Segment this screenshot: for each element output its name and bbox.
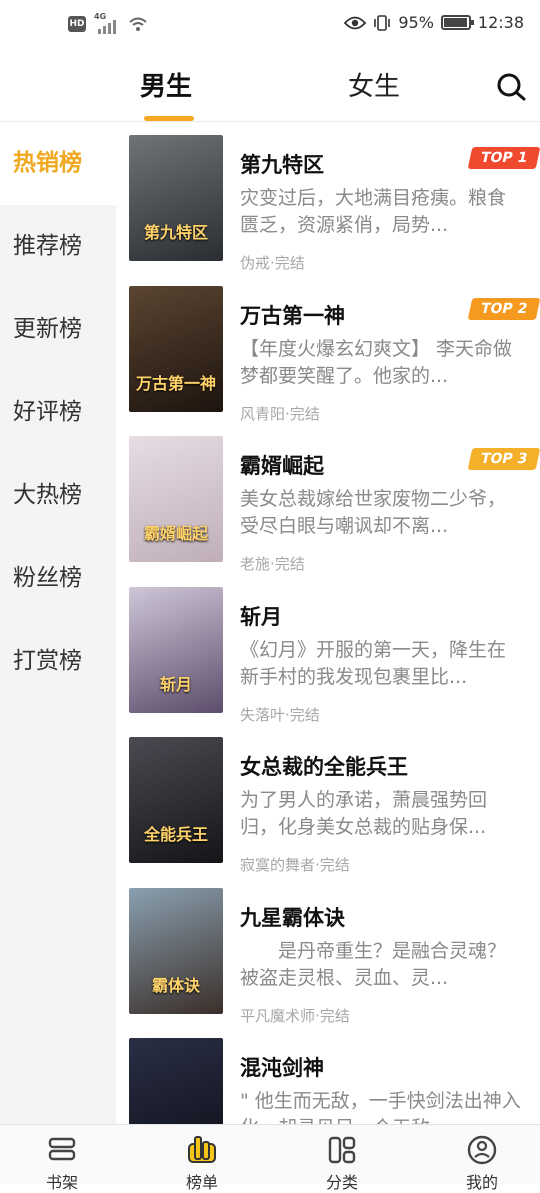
nav-category[interactable]: 分类 (292, 1125, 392, 1192)
cover-title-art: 霸婿崛起 (143, 524, 208, 543)
cover-title-art: 斩月 (159, 674, 192, 694)
book-description: 美女总裁嫁给世家废物二少爷，受尽白眼与嘲讽却不离... (240, 488, 507, 537)
nav-label: 分类 (325, 1173, 358, 1192)
book-description: 为了男人的承诺，萧晨强势回归，化身美女总裁的贴身保... (240, 789, 488, 838)
book-author-status: 寂寞的舞者·完结 (240, 856, 350, 874)
cover-title-art: 万古第一神 (135, 373, 216, 393)
book-cover[interactable]: 混沌剑神 (129, 1038, 223, 1124)
book-cover[interactable]: 斩月 (129, 586, 223, 713)
book-item[interactable]: 斩月 斩月 《幻月》开服的第一天，降生在新手村的我发现包裹里比... 失落叶·完结 (116, 586, 540, 737)
book-item[interactable]: 霸体诀 九星霸体诀 是丹帝重生？是融合灵魂？被盗走灵根、灵血、灵... 平凡魔术师·… (116, 887, 540, 1038)
book-title[interactable]: 混沌剑神 (240, 1052, 324, 1082)
category-icon (328, 1136, 356, 1164)
cover-title-art: 霸体诀 (151, 975, 200, 995)
book-description: 【年度火爆玄幻爽文】 李天命做梦都要笑醒了。他家的... (240, 337, 513, 387)
gender-tabs: 男生 女生 (0, 52, 540, 122)
nav-ranking[interactable]: 榜单 (152, 1125, 252, 1192)
tab-female[interactable]: 女生 (348, 66, 400, 103)
cell-signal-icon: 4G (94, 12, 120, 34)
bottom-nav: 书架 榜单 分类 我的 (0, 1124, 540, 1192)
sidebar-item-3[interactable]: 好评榜 (0, 371, 116, 454)
book-title[interactable]: 九星霸体诀 (240, 902, 345, 932)
bookshelf-icon (48, 1137, 76, 1161)
sidebar-item-1[interactable]: 推荐榜 (0, 205, 116, 288)
book-title[interactable]: 斩月 (240, 601, 282, 631)
sidebar-item-0[interactable]: 热销榜 (0, 122, 116, 205)
nav-label: 书架 (45, 1173, 78, 1192)
book-title[interactable]: 第九特区 (240, 149, 324, 179)
sidebar-item-4[interactable]: 大热榜 (0, 454, 116, 537)
search-icon[interactable] (496, 72, 526, 102)
book-description: 是丹帝重生？是融合灵魂？被盗走灵根、灵血、灵... (240, 939, 507, 989)
book-cover[interactable]: 霸体诀 (129, 887, 223, 1014)
tab-male[interactable]: 男生 (140, 66, 192, 103)
nav-profile[interactable]: 我的 (432, 1125, 532, 1192)
rank-badge: TOP 1 (467, 147, 540, 169)
book-list: 第九特区 第九特区 灾变过后，大地满目疮痍。粮食匮乏，资源紧俏，局势... 伪戒·完结… (116, 122, 540, 1124)
sidebar-item-2[interactable]: 更新榜 (0, 288, 116, 371)
rank-badge: TOP 2 (467, 297, 540, 320)
cover-title-art: 全能兵王 (143, 825, 208, 844)
profile-icon (467, 1135, 497, 1165)
book-cover[interactable]: 全能兵王 (129, 737, 223, 863)
book-description: 灾变过后，大地满目疮痍。粮食匮乏，资源紧俏，局势... (240, 187, 507, 236)
wifi-icon (129, 17, 147, 31)
book-item[interactable]: 霸婿崛起 霸婿崛起 美女总裁嫁给世家废物二少爷，受尽白眼与嘲讽却不离... 老施·完结… (116, 436, 540, 586)
sidebar-item-6[interactable]: 打赏榜 (0, 620, 116, 703)
status-bar: HD 4G 95% 12:38 (0, 0, 540, 52)
eye-icon (344, 16, 367, 29)
book-author-status: 伪戒·完结 (240, 254, 305, 272)
ranking-icon (188, 1136, 216, 1163)
clock: 12:38 (477, 13, 524, 32)
book-cover[interactable]: 万古第一神 (129, 285, 223, 412)
book-title[interactable]: 万古第一神 (240, 300, 345, 330)
book-author-status: 风青阳·完结 (240, 404, 320, 423)
battery-icon (440, 15, 474, 30)
book-title[interactable]: 霸婿崛起 (240, 450, 324, 480)
battery-percent: 95% (398, 13, 434, 32)
book-item[interactable]: 全能兵王 女总裁的全能兵王为了男人的承诺，萧晨强势回归，化身美女总裁的贴身保...… (116, 737, 540, 887)
nav-label: 我的 (465, 1173, 498, 1192)
book-description: 《幻月》开服的第一天，降生在新手村的我发现包裹里比... (240, 638, 507, 688)
book-cover[interactable]: 第九特区 (129, 135, 223, 261)
book-author-status: 老施·完结 (240, 555, 305, 573)
ranking-sidebar: 热销榜 推荐榜 更新榜 好评榜 大热榜 粉丝榜 打赏榜 (0, 122, 116, 1124)
hd-icon: HD (68, 16, 86, 32)
book-item[interactable]: 万古第一神 万古第一神 【年度火爆玄幻爽文】 李天命做梦都要笑醒了。他家的... 风青… (116, 285, 540, 436)
cover-title-art: 第九特区 (143, 223, 208, 242)
nav-bookshelf[interactable]: 书架 (12, 1125, 112, 1192)
book-title[interactable]: 女总裁的全能兵王 (240, 751, 408, 781)
nav-label: 榜单 (185, 1173, 218, 1192)
rank-badge: TOP 3 (467, 448, 540, 470)
book-item[interactable]: 第九特区 第九特区 灾变过后，大地满目疮痍。粮食匮乏，资源紧俏，局势... 伪戒·完结… (116, 135, 540, 285)
book-author-status: 失落叶·完结 (240, 705, 320, 724)
book-description: " 他生而无敌，一手快剑法出神入化，却寻见另一个无敌... (240, 1090, 521, 1124)
sidebar-item-5[interactable]: 粉丝榜 (0, 537, 116, 620)
book-author-status: 平凡魔术师·完结 (240, 1006, 350, 1025)
vibrate-icon (374, 14, 391, 31)
book-cover[interactable]: 霸婿崛起 (129, 436, 223, 562)
book-item[interactable]: 混沌剑神混沌剑神" 他生而无敌，一手快剑法出神入化，却寻见另一个无敌...心星逍… (116, 1038, 540, 1124)
